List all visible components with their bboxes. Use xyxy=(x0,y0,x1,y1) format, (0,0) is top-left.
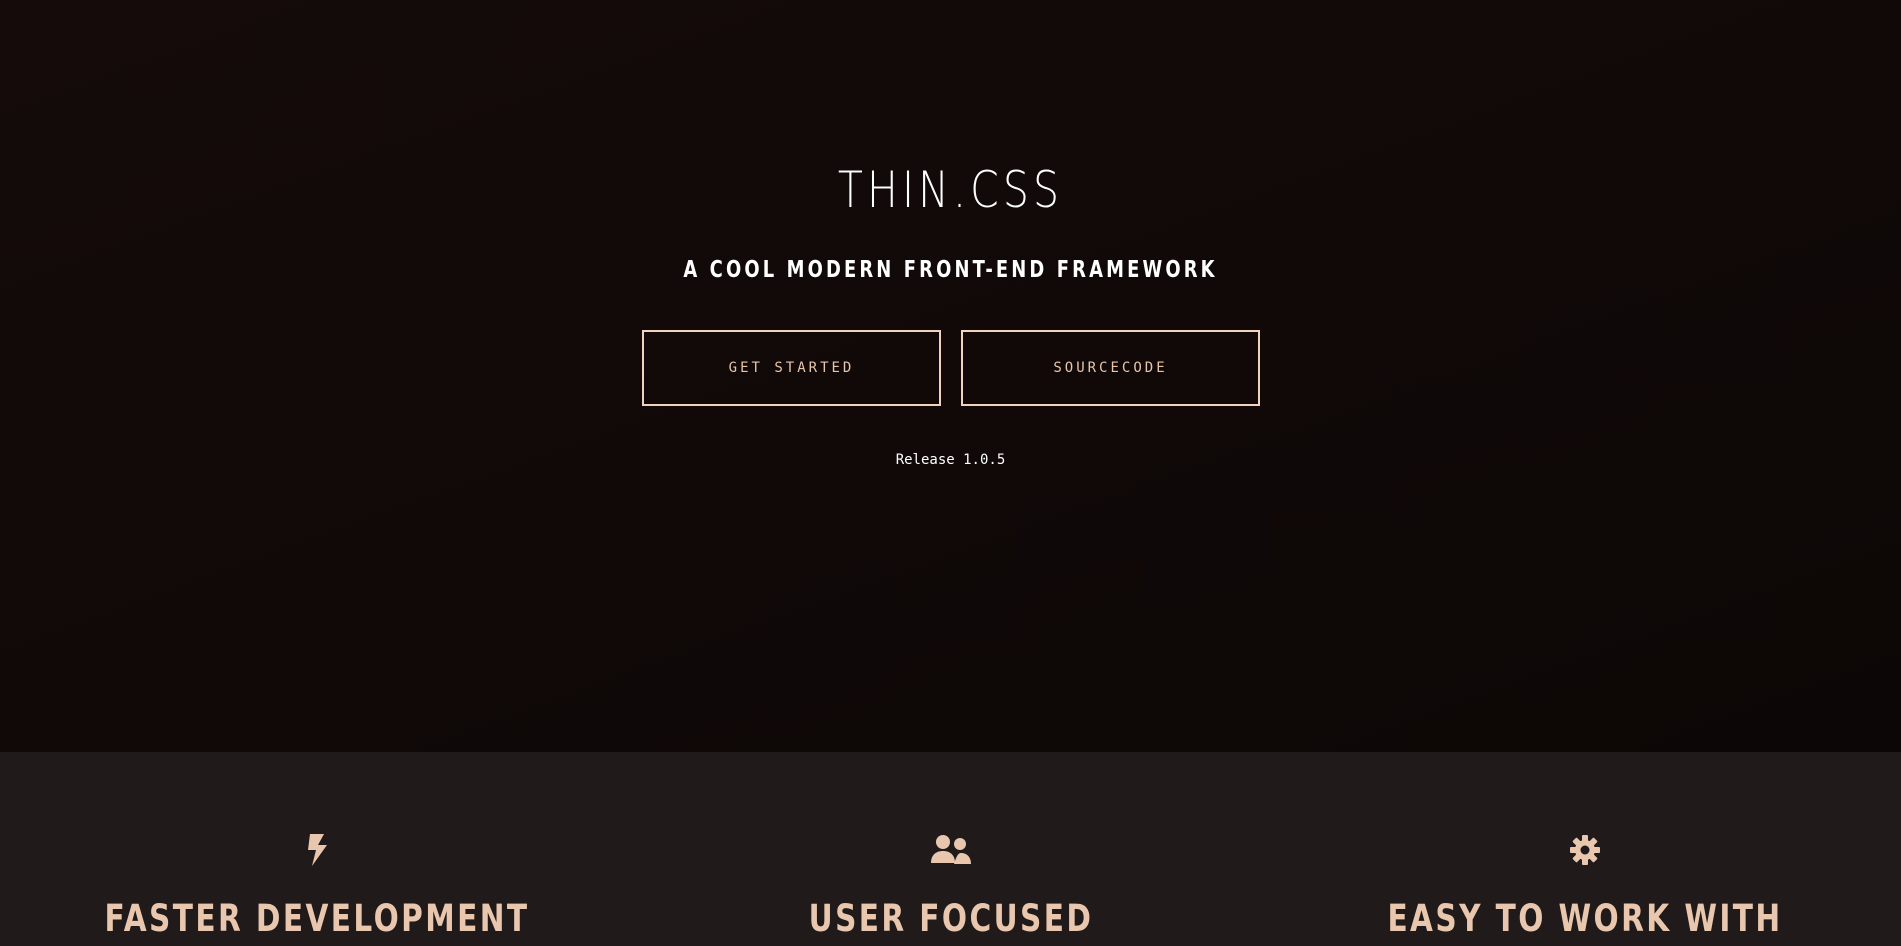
features-section: FASTER DEVELOPMENT USER FOCUSED EASY TO … xyxy=(0,752,1901,946)
feature-easy-to-work-with: EASY TO WORK WITH xyxy=(1268,752,1901,946)
bolt-icon xyxy=(297,832,337,868)
hero-section: THIN.CSS A COOL MODERN FRONT-END FRAMEWO… xyxy=(0,0,1901,752)
release-version: Release 1.0.5 xyxy=(895,452,1006,468)
feature-title: EASY TO WORK WITH xyxy=(1387,897,1783,940)
hero-subtitle: A COOL MODERN FRONT-END FRAMEWORK xyxy=(683,257,1218,283)
sourcecode-button[interactable]: SOURCECODE xyxy=(961,330,1260,406)
feature-title: FASTER DEVELOPMENT xyxy=(104,897,530,940)
feature-faster-development: FASTER DEVELOPMENT xyxy=(0,752,634,946)
users-icon xyxy=(931,832,971,868)
get-started-button[interactable]: GET STARTED xyxy=(642,330,941,406)
feature-user-focused: USER FOCUSED xyxy=(634,752,1268,946)
hero-title: THIN.CSS xyxy=(837,161,1064,219)
feature-title: USER FOCUSED xyxy=(808,897,1094,940)
gear-icon xyxy=(1565,832,1605,868)
